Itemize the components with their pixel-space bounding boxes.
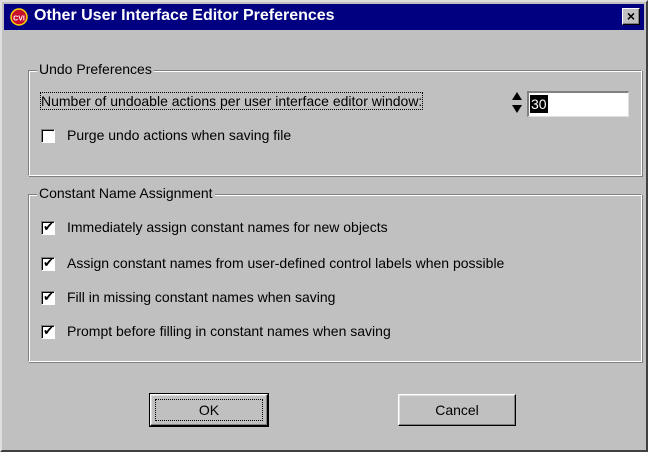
fill-missing-checkbox[interactable]: ✔: [41, 289, 55, 305]
spin-down-icon[interactable]: [512, 105, 522, 113]
undoable-actions-label: Number of undoable actions per user inte…: [39, 92, 424, 110]
cancel-button-label: Cancel: [435, 402, 479, 418]
window-title: Other User Interface Editor Preferences: [34, 7, 335, 24]
assign-from-labels-label[interactable]: Assign constant names from user-defined …: [67, 255, 504, 271]
assign-from-labels-checkbox[interactable]: ✔: [41, 255, 55, 271]
checkmark-icon: ✔: [43, 289, 54, 304]
checkmark-icon: ✔: [43, 219, 54, 234]
checkmark-icon: ✔: [43, 323, 54, 338]
undo-preferences-group: Undo Preferences Number of undoable acti…: [28, 61, 642, 176]
undo-count-spinner[interactable]: [511, 91, 523, 115]
prompt-before-filling-checkbox[interactable]: ✔: [41, 323, 55, 339]
svg-text:CVI: CVI: [13, 16, 25, 23]
close-icon: ×: [626, 8, 636, 24]
checkmark-icon: ✔: [43, 255, 54, 270]
assign-new-objects-checkbox[interactable]: ✔: [41, 219, 55, 235]
undo-count-field[interactable]: 30: [527, 91, 629, 117]
close-button[interactable]: ×: [622, 8, 640, 25]
purge-undo-label[interactable]: Purge undo actions when saving file: [67, 127, 291, 143]
undo-count-value: 30: [530, 95, 548, 113]
prompt-before-filling-label[interactable]: Prompt before filling in constant names …: [67, 323, 391, 339]
constant-name-group: Constant Name Assignment ✔ Immediately a…: [28, 185, 642, 362]
preferences-dialog: CVI Other User Interface Editor Preferen…: [0, 0, 648, 452]
ok-button[interactable]: OK: [149, 393, 269, 427]
assign-new-objects-label[interactable]: Immediately assign constant names for ne…: [67, 219, 388, 235]
spin-up-icon[interactable]: [512, 92, 522, 100]
title-bar[interactable]: CVI Other User Interface Editor Preferen…: [4, 4, 644, 30]
cancel-button[interactable]: Cancel: [398, 394, 516, 426]
cvi-logo-icon: CVI: [10, 8, 28, 26]
purge-undo-checkbox[interactable]: [41, 129, 55, 143]
undo-preferences-legend: Undo Preferences: [37, 61, 154, 77]
constant-name-legend: Constant Name Assignment: [37, 185, 215, 201]
fill-missing-label[interactable]: Fill in missing constant names when savi…: [67, 289, 335, 305]
focus-rect: [155, 399, 263, 421]
